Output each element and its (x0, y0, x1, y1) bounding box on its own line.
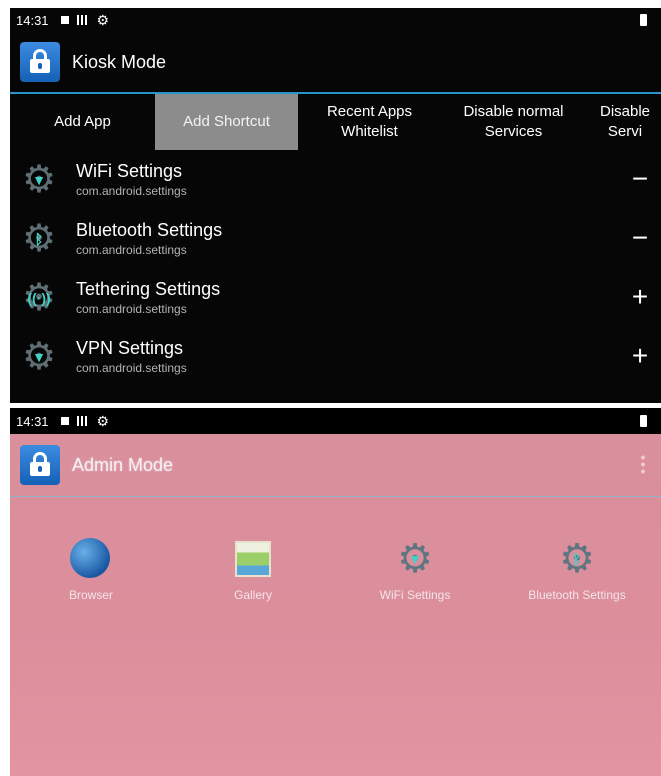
app-label: Browser (68, 588, 113, 602)
tab-disable-services[interactable]: Disable Servi (586, 94, 661, 150)
browser-icon (70, 538, 112, 580)
tab-add-shortcut[interactable]: Add Shortcut (155, 94, 298, 150)
tab-bar: Add App Add Shortcut Recent Apps Whiteli… (10, 94, 661, 150)
app-shortcut-bluetooth-settings[interactable]: ⚙ ᛒ Bluetooth Settings (496, 538, 658, 602)
app-shortcut-gallery[interactable]: Gallery (172, 538, 334, 602)
settings-gear-icon: ⚙ (96, 12, 110, 28)
list-item[interactable]: ⚙ ▼ WiFi Settings com.android.settings − (10, 150, 661, 209)
kiosk-mode-screen: 14:31 ⚙ Kiosk Mode Add App Add Shortcut … (10, 8, 661, 403)
item-title: Tethering Settings (76, 279, 221, 299)
notification-icon (60, 16, 69, 24)
remove-button[interactable]: − (627, 221, 653, 255)
item-package: com.android.settings (76, 184, 187, 198)
kiosk-lock-icon (20, 445, 60, 485)
add-button[interactable]: + (627, 339, 653, 373)
list-item[interactable]: ⚙ ▼ VPN Settings com.android.settings + (10, 327, 661, 386)
admin-mode-screen: 14:31 ⚙ Admin Mode Browser Gallery ⚙ ▼ Wi… (10, 408, 661, 776)
wifi-settings-icon: ⚙ ▼ (397, 537, 433, 581)
vpn-settings-icon: ⚙ ▼ (21, 335, 57, 378)
page-title: Admin Mode (72, 454, 174, 475)
tethering-settings-icon: ⚙ ((·)) (21, 276, 57, 319)
notification-icon (60, 417, 69, 425)
battery-icon (640, 14, 647, 26)
status-time: 14:31 (16, 413, 49, 429)
app-shortcut-browser[interactable]: Browser (10, 538, 172, 602)
overflow-menu-icon[interactable] (641, 454, 645, 474)
app-shortcut-wifi-settings[interactable]: ⚙ ▼ WiFi Settings (334, 538, 496, 602)
bluetooth-settings-icon: ⚙ ᛒ (559, 537, 595, 581)
barcode-icon (76, 15, 89, 25)
status-bar: 14:31 ⚙ (10, 408, 661, 434)
app-label: WiFi Settings (379, 588, 451, 602)
settings-gear-icon: ⚙ (96, 413, 110, 429)
tab-add-app[interactable]: Add App (10, 94, 155, 150)
item-title: VPN Settings (76, 338, 184, 358)
battery-icon (640, 415, 647, 427)
item-package: com.android.settings (76, 243, 187, 257)
app-label: Bluetooth Settings (528, 588, 626, 602)
app-label: Gallery (233, 588, 272, 602)
status-bar: 14:31 ⚙ (10, 8, 661, 32)
item-package: com.android.settings (76, 361, 187, 375)
list-item[interactable]: ⚙ ((·)) Tethering Settings com.android.se… (10, 268, 661, 327)
action-bar: Admin Mode (10, 434, 661, 497)
bluetooth-settings-icon: ⚙ ᛒ (21, 217, 57, 260)
kiosk-lock-icon (20, 42, 60, 82)
item-title: Bluetooth Settings (76, 220, 223, 240)
list-item[interactable]: ⚙ ᛒ Bluetooth Settings com.android.settin… (10, 209, 661, 268)
remove-button[interactable]: − (627, 162, 653, 196)
action-bar: Kiosk Mode (10, 32, 661, 94)
page-title: Kiosk Mode (72, 51, 167, 72)
item-title: WiFi Settings (76, 161, 183, 181)
app-launcher-grid: Browser Gallery ⚙ ▼ WiFi Settings ⚙ ᛒ Blue… (10, 538, 661, 602)
wifi-settings-icon: ⚙ ▼ (21, 158, 57, 201)
status-time: 14:31 (16, 12, 49, 28)
tab-recent-apps-whitelist[interactable]: Recent Apps Whitelist (298, 94, 441, 150)
barcode-icon (76, 416, 89, 426)
item-package: com.android.settings (76, 302, 187, 316)
tab-disable-normal-services[interactable]: Disable normal Services (441, 94, 586, 150)
add-button[interactable]: + (627, 280, 653, 314)
gallery-icon (232, 538, 274, 580)
